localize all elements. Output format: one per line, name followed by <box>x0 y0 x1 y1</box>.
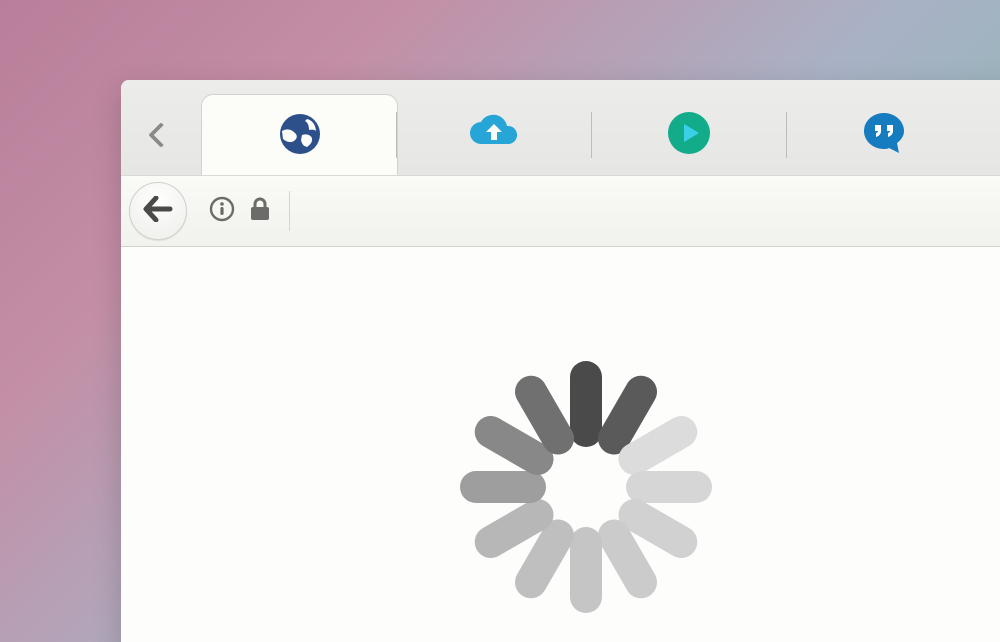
secure-lock-indicator[interactable] <box>249 196 271 227</box>
tab-strip <box>121 80 1000 175</box>
tab-active[interactable] <box>201 94 398 175</box>
back-button[interactable] <box>129 182 187 240</box>
address-bar <box>121 175 1000 247</box>
info-icon <box>209 196 235 222</box>
spinner-spoke <box>570 527 602 613</box>
tab-background-1[interactable] <box>396 94 591 175</box>
browser-window <box>121 80 1000 642</box>
tab-scroll-left-button[interactable] <box>121 94 201 175</box>
arrow-left-icon <box>143 196 173 227</box>
page-viewport <box>121 247 1000 642</box>
spinner-spoke <box>626 471 712 503</box>
url-input[interactable] <box>289 191 990 231</box>
chat-quote-icon <box>860 109 908 162</box>
lock-icon <box>249 196 271 222</box>
spinner-spoke <box>460 471 546 503</box>
play-icon <box>667 111 711 160</box>
tab-background-3[interactable] <box>786 94 981 175</box>
chevron-left-icon <box>148 122 173 147</box>
tab-background-2[interactable] <box>591 94 786 175</box>
site-info-button[interactable] <box>209 196 235 227</box>
desktop-wallpaper <box>0 0 1000 642</box>
globe-icon <box>279 113 321 160</box>
cloud-upload-icon <box>468 114 520 157</box>
loading-spinner-icon <box>456 357 716 617</box>
